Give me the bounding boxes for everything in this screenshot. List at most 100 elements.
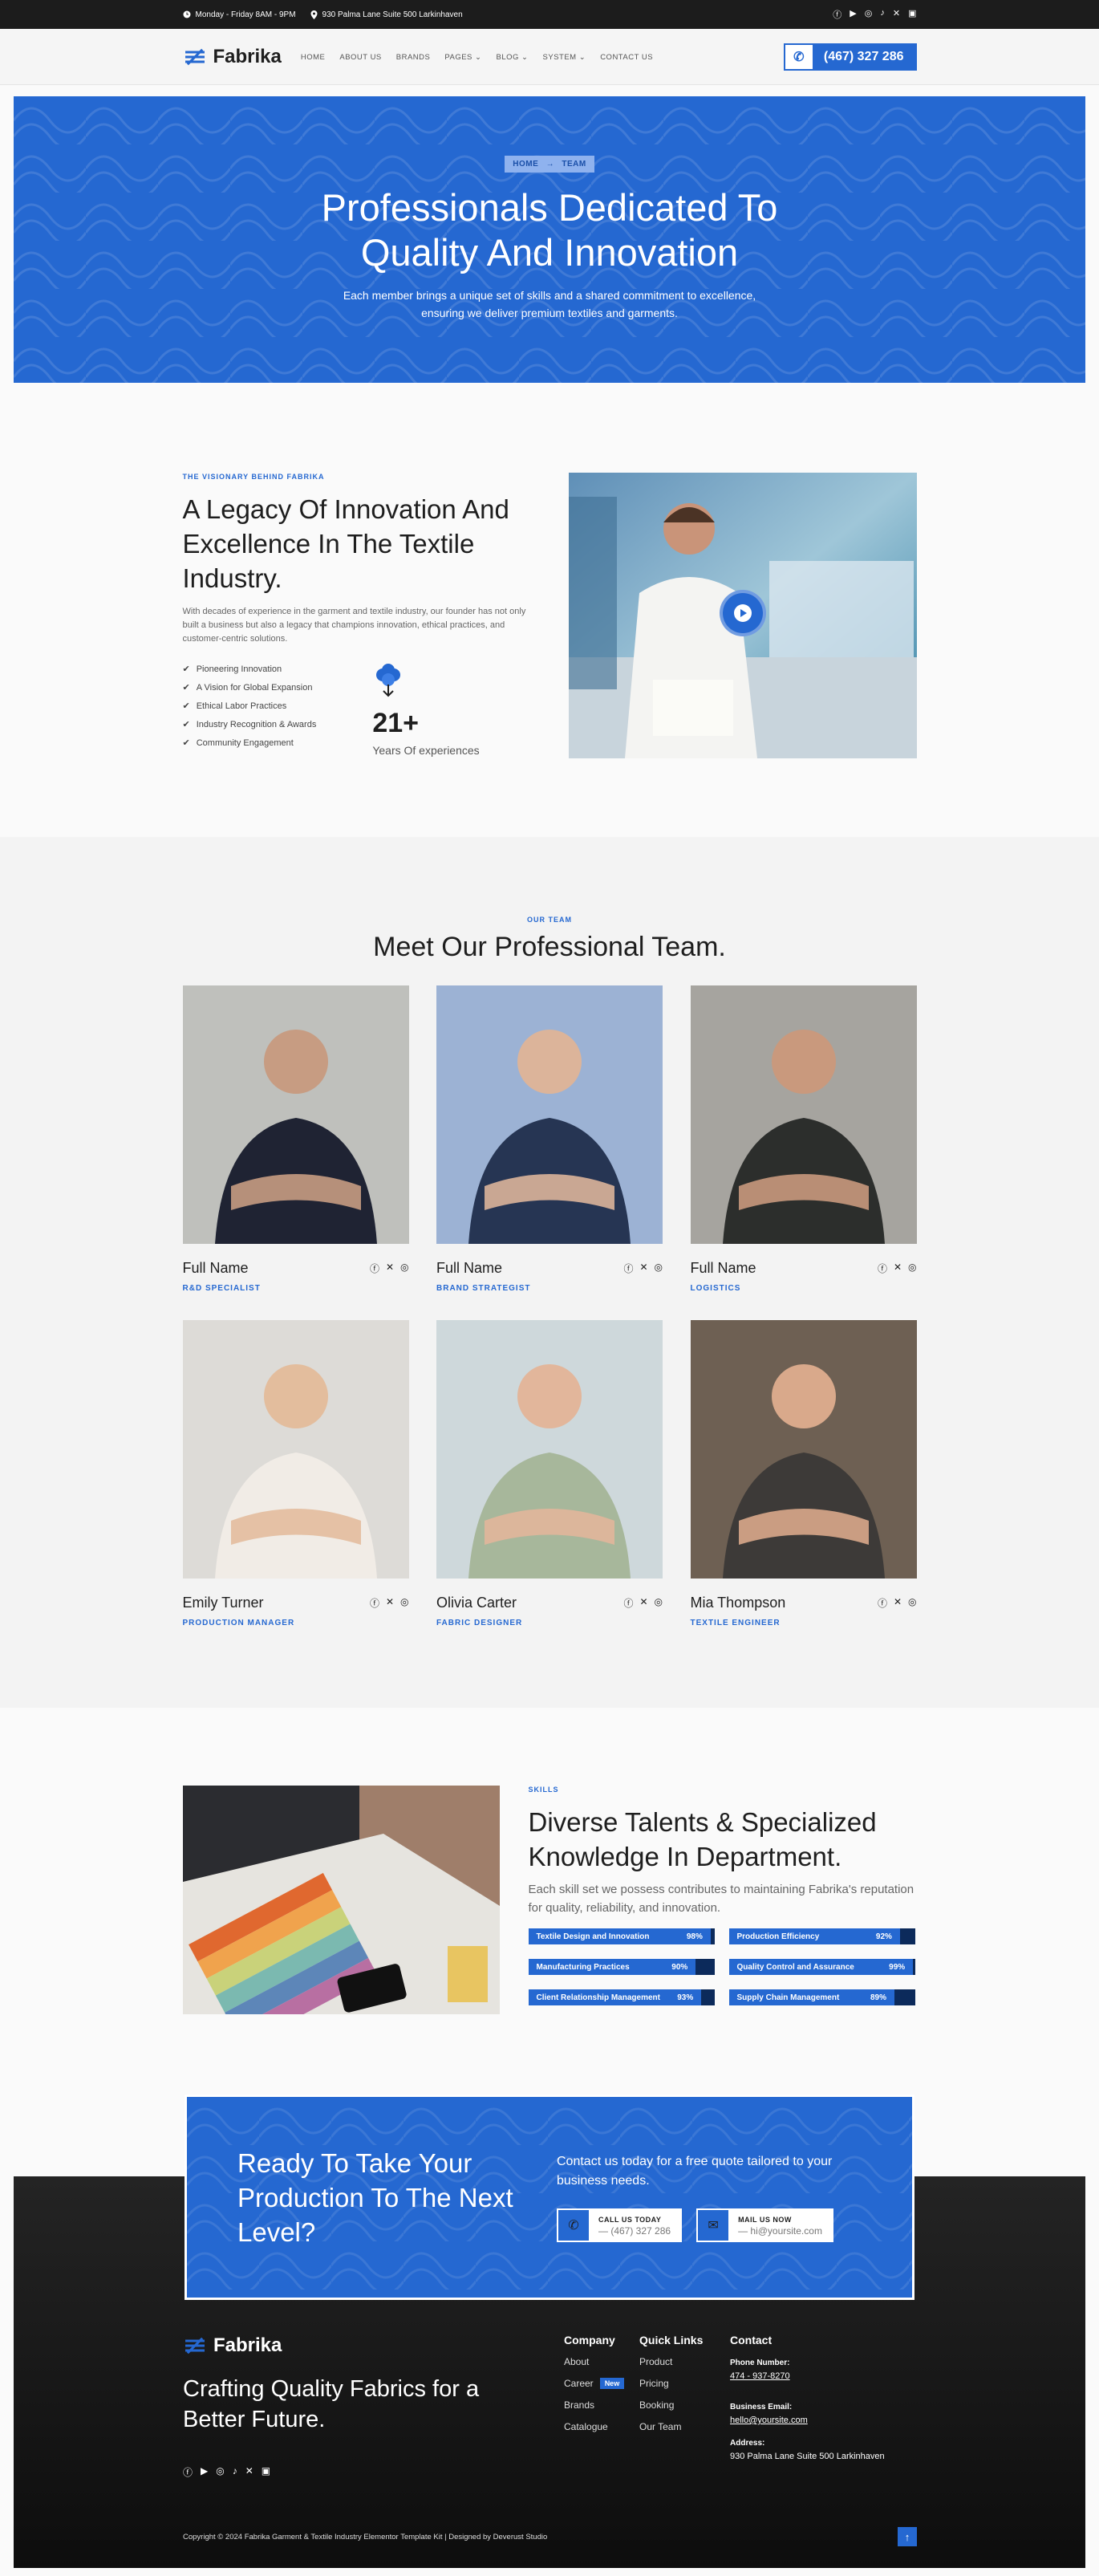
nav-blog[interactable]: BLOG ⌄ — [497, 53, 529, 62]
section-title: Meet Our Professional Team. — [373, 932, 726, 962]
youtube-icon[interactable]: ▶ — [201, 2465, 208, 2479]
team-member-name: Olivia Carter — [436, 1595, 517, 1611]
cta-footer-zone: Fabrika Crafting Quality Fabrics for a B… — [0, 2095, 1099, 2568]
instagram-icon[interactable]: ◎ — [400, 1262, 408, 1275]
section-eyebrow: OUR TEAM — [527, 916, 572, 924]
location-pin-icon — [310, 10, 318, 19]
linkedin-icon[interactable]: ▣ — [262, 2465, 270, 2479]
cta-title: Ready To Take Your Production To The Nex… — [237, 2147, 513, 2247]
footer-link-catalogue[interactable]: Catalogue — [564, 2421, 639, 2432]
call-button[interactable]: ✆ CALL US TODAY — (467) 327 286 — [557, 2208, 683, 2242]
facebook-icon[interactable]: ⓕ — [878, 1596, 887, 1610]
nav-home[interactable]: HOME — [301, 53, 326, 62]
team-member-photo — [436, 1320, 663, 1579]
skill-label: Quality Control and Assurance — [736, 1962, 854, 1972]
team-member-name: Full Name — [436, 1260, 503, 1276]
footer-link-brands[interactable]: Brands — [564, 2399, 639, 2411]
facebook-icon[interactable]: ⓕ — [623, 1262, 633, 1275]
instagram-icon[interactable]: ◎ — [216, 2465, 224, 2479]
scroll-top-button[interactable]: ↑ — [898, 2527, 917, 2546]
team-member-photo — [690, 1320, 917, 1579]
instagram-icon[interactable]: ◎ — [655, 1262, 663, 1275]
footer-logo[interactable]: Fabrika — [183, 2334, 564, 2358]
breadcrumb-home[interactable]: HOME — [513, 160, 538, 169]
mail-icon: ✉ — [698, 2210, 729, 2241]
instagram-icon[interactable]: ◎ — [865, 8, 873, 21]
footer-link-team[interactable]: Our Team — [639, 2421, 730, 2432]
skill-value: 90% — [671, 1962, 688, 1972]
instagram-icon[interactable]: ◎ — [655, 1596, 663, 1610]
list-item: ✔ Industry Recognition & Awards — [182, 719, 317, 730]
team-member-role: FABRIC DESIGNER — [436, 1619, 523, 1627]
skill-bar-fill: Client Relationship Management 93% — [528, 1989, 702, 2005]
hero-banner: HOME → TEAM Professionals Dedicated To Qu… — [14, 96, 1085, 383]
facebook-icon[interactable]: ⓕ — [833, 8, 841, 21]
x-icon[interactable]: ✕ — [386, 1262, 394, 1275]
mail-button[interactable]: ✉ MAIL US NOW — hi@yoursite.com — [696, 2208, 833, 2242]
linkedin-icon[interactable]: ▣ — [908, 8, 916, 21]
team-member-social: ⓕ ✕ ◎ — [623, 1262, 663, 1275]
x-icon[interactable]: ✕ — [639, 1596, 647, 1610]
facebook-icon[interactable]: ⓕ — [370, 1596, 379, 1610]
nav-brands[interactable]: BRANDS — [396, 53, 431, 62]
skills-section: SKILLS Diverse Talents & Specialized Kno… — [0, 1708, 1099, 2095]
team-member-photo — [436, 985, 663, 1244]
chevron-down-icon: ⌄ — [521, 52, 529, 62]
check-icon: ✔ — [182, 738, 190, 748]
facebook-icon[interactable]: ⓕ — [878, 1262, 887, 1275]
instagram-icon[interactable]: ◎ — [400, 1596, 408, 1610]
new-badge: New — [599, 2378, 625, 2389]
x-icon[interactable]: ✕ — [894, 1262, 902, 1275]
x-icon[interactable]: ✕ — [639, 1262, 647, 1275]
nav-pages[interactable]: PAGES ⌄ — [444, 53, 481, 62]
footer-quick-links: Quick Links Product Pricing Booking Our … — [639, 2334, 730, 2479]
skill-bar-fill: Manufacturing Practices 90% — [528, 1959, 696, 1975]
footer-link-career[interactable]: Career New — [564, 2378, 639, 2389]
arrow-up-icon: ↑ — [904, 2530, 910, 2543]
nav-system[interactable]: SYSTEM ⌄ — [543, 53, 586, 62]
x-icon[interactable]: ✕ — [386, 1596, 394, 1610]
footer-link-about[interactable]: About — [564, 2356, 639, 2367]
skill-value: 93% — [677, 1993, 694, 2002]
founder-video-thumbnail[interactable] — [568, 473, 917, 758]
check-list: ✔ Pioneering Innovation ✔ A Vision for Glo… — [183, 664, 317, 757]
hours: Monday - Friday 8AM - 9PM — [183, 10, 296, 19]
tiktok-icon[interactable]: ♪ — [233, 2465, 237, 2479]
facebook-icon[interactable]: ⓕ — [623, 1596, 633, 1610]
team-card: Full Name ⓕ ✕ ◎ R&D SPECIALIST — [182, 985, 409, 1293]
footer-link-booking[interactable]: Booking — [639, 2399, 730, 2411]
play-button[interactable] — [719, 590, 766, 636]
footer-email[interactable]: hello@yoursite.com — [730, 2416, 808, 2425]
team-member-role: BRAND STRATEGIST — [436, 1284, 531, 1293]
call-value: — (467) 327 286 — [598, 2225, 671, 2237]
skill-bar: Client Relationship Management 93% — [528, 1989, 715, 2005]
nav-contact[interactable]: CONTACT US — [600, 53, 653, 62]
skill-label: Manufacturing Practices — [536, 1962, 630, 1972]
footer-link-pricing[interactable]: Pricing — [639, 2378, 730, 2389]
youtube-icon[interactable]: ▶ — [850, 8, 856, 21]
breadcrumb-separator: → — [545, 160, 555, 169]
team-grid: Full Name ⓕ ✕ ◎ R&D SPECIALIST Full Name ⓕ… — [182, 985, 917, 1627]
phone-button[interactable]: ✆ (467) 327 286 — [783, 43, 917, 71]
x-icon[interactable]: ✕ — [893, 8, 900, 21]
check-icon: ✔ — [182, 664, 190, 674]
legacy-section: THE VISIONARY BEHIND FABRIKA A Legacy Of… — [0, 383, 1099, 837]
cta-text: Contact us today for a free quote tailor… — [557, 2155, 833, 2188]
facebook-icon[interactable]: ⓕ — [370, 1262, 379, 1275]
nav-about[interactable]: ABOUT US — [339, 53, 381, 62]
skill-bar: Supply Chain Management 89% — [728, 1989, 915, 2005]
facebook-icon[interactable]: ⓕ — [183, 2465, 193, 2479]
instagram-icon[interactable]: ◎ — [908, 1262, 916, 1275]
instagram-icon[interactable]: ◎ — [908, 1596, 916, 1610]
footer-link-product[interactable]: Product — [639, 2356, 730, 2367]
team-member-role: PRODUCTION MANAGER — [182, 1619, 295, 1627]
clock-icon — [183, 10, 190, 18]
x-icon[interactable]: ✕ — [245, 2465, 253, 2479]
list-item: ✔ A Vision for Global Expansion — [182, 682, 313, 693]
footer-phone[interactable]: 474 - 937-8270 — [730, 2371, 790, 2381]
team-member-photo — [182, 1320, 409, 1579]
tiktok-icon[interactable]: ♪ — [880, 8, 885, 21]
x-icon[interactable]: ✕ — [894, 1596, 902, 1610]
logo[interactable]: Fabrika — [183, 45, 282, 69]
check-icon: ✔ — [182, 720, 190, 729]
